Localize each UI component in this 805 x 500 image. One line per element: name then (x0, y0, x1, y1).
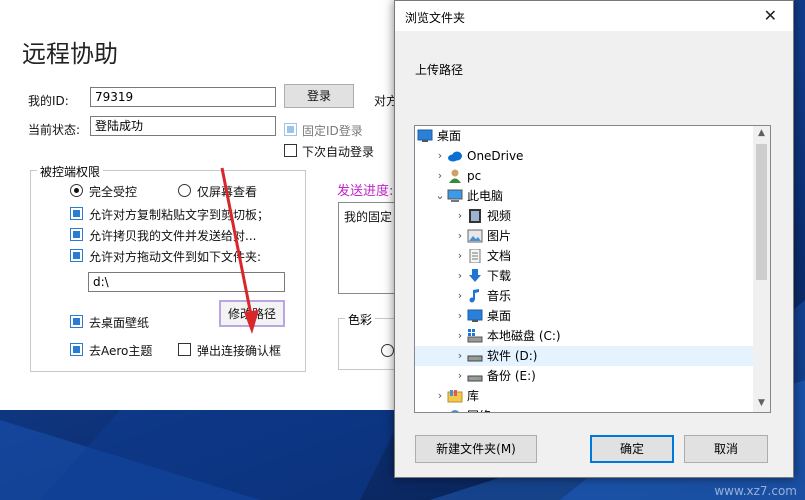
dialog-title: 浏览文件夹 (405, 11, 466, 25)
tree-item[interactable]: 桌面 (415, 126, 755, 146)
onedrive-icon (447, 149, 463, 163)
tree-item[interactable]: › 软件 (D:) (415, 346, 755, 366)
tree-scrollbar[interactable]: ▲ ▼ (753, 126, 770, 412)
chevron-right-icon[interactable]: › (435, 166, 445, 186)
tree-item-label: 本地磁盘 (C:) (487, 329, 561, 343)
tree-item-label: 软件 (D:) (487, 349, 538, 363)
tree-item-label: 视频 (487, 209, 512, 223)
scroll-down-icon[interactable]: ▼ (753, 398, 770, 408)
tree-item[interactable]: › 音乐 (415, 286, 755, 306)
system-drive-icon (467, 329, 483, 343)
folder-tree[interactable]: 桌面 › OneDrive › pc ⌄ 此电脑 › 视频 › 图片 › 文档 › 下载 › 音乐 › 桌面 › 本地磁… (414, 125, 771, 413)
tree-item[interactable]: › 本地磁盘 (C:) (415, 326, 755, 346)
tree-item-label: 网络 (467, 406, 491, 412)
user-icon (447, 169, 463, 183)
tree-item[interactable]: › 下载 (415, 266, 755, 286)
music-folder-icon (467, 289, 483, 303)
chevron-right-icon[interactable]: › (455, 326, 465, 346)
tree-item-label: 音乐 (487, 289, 512, 303)
tree-item[interactable]: › pc (415, 166, 755, 186)
drive-icon (467, 369, 483, 383)
chevron-right-icon[interactable]: › (455, 286, 465, 306)
chevron-right-icon[interactable]: › (455, 266, 465, 286)
chevron-right-icon[interactable]: › (455, 246, 465, 266)
tree-item-label: 桌面 (487, 309, 512, 323)
desktop-icon (417, 129, 433, 143)
pictures-folder-icon (467, 229, 483, 243)
tree-item[interactable]: › 图片 (415, 226, 755, 246)
tree-item-label: pc (467, 169, 482, 183)
tree-item[interactable]: › 文档 (415, 246, 755, 266)
chevron-right-icon[interactable]: › (435, 386, 445, 406)
chevron-right-icon[interactable]: › (455, 306, 465, 326)
video-folder-icon (467, 209, 483, 223)
tree-item-label: 下载 (487, 269, 512, 283)
annotation-arrow (220, 167, 259, 334)
tree-item[interactable]: › 备份 (E:) (415, 366, 755, 386)
tree-item[interactable]: › 桌面 (415, 306, 755, 326)
cancel-button[interactable]: 取消 (684, 435, 768, 463)
computer-icon (447, 189, 463, 203)
tree-item[interactable]: › OneDrive (415, 146, 755, 166)
desktop-icon (467, 309, 483, 323)
tree-item-label: 文档 (487, 249, 512, 263)
tree-item-label: 图片 (487, 229, 512, 243)
new-folder-button[interactable]: 新建文件夹(M) (415, 435, 537, 463)
close-icon[interactable]: ✕ (764, 6, 777, 25)
documents-folder-icon (467, 248, 483, 264)
network-icon (447, 409, 463, 412)
tree-item-label: 此电脑 (467, 189, 504, 203)
tree-item[interactable]: › 视频 (415, 206, 755, 226)
chevron-down-icon[interactable]: ⌄ (435, 186, 445, 206)
scroll-thumb[interactable] (756, 144, 767, 280)
chevron-right-icon[interactable]: › (455, 366, 465, 386)
library-icon (447, 389, 463, 403)
tree-item-label: OneDrive (467, 149, 524, 163)
chevron-right-icon[interactable]: › (455, 226, 465, 246)
tree-item[interactable]: ⌄ 此电脑 (415, 186, 755, 206)
tree-item[interactable]: › 库 (415, 386, 755, 406)
downloads-folder-icon (467, 269, 483, 283)
tree-item-label: 库 (467, 389, 480, 403)
chevron-right-icon[interactable]: › (455, 206, 465, 226)
dialog-description: 上传路径 (415, 63, 464, 77)
chevron-right-icon[interactable]: › (435, 406, 445, 412)
browse-folder-dialog: 浏览文件夹 ✕ 上传路径 桌面 › OneDrive › pc ⌄ 此电脑 › 视频 › 图片 › 文档… (394, 0, 794, 478)
chevron-right-icon[interactable]: › (455, 346, 465, 366)
ok-button[interactable]: 确定 (590, 435, 674, 463)
remote-assist-window: 远程协助 我的ID: 79319 登录 对方 当前状态: 登陆成功 固定ID登录… (0, 0, 405, 410)
tree-item[interactable]: › 网络 (415, 406, 755, 412)
dialog-titlebar: 浏览文件夹 ✕ (395, 1, 793, 31)
chevron-right-icon[interactable]: › (435, 146, 445, 166)
tree-item-label: 桌面 (437, 129, 462, 143)
tree-item-label: 备份 (E:) (487, 369, 536, 383)
scroll-up-icon[interactable]: ▲ (753, 128, 770, 138)
watermark: www.xz7.com (714, 484, 797, 498)
drive-icon (467, 349, 483, 363)
